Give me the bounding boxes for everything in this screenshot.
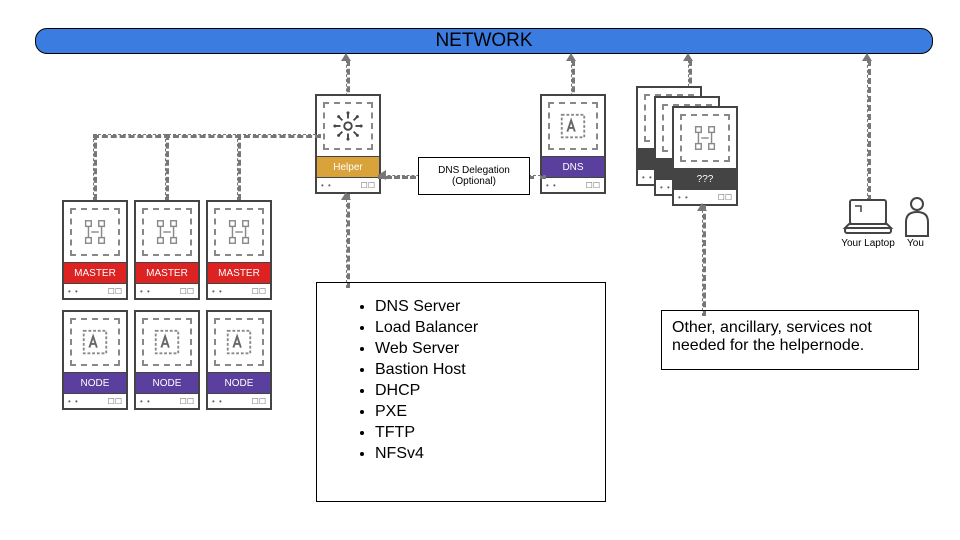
gear-icon [323,102,373,150]
app-icon [548,102,598,150]
cluster-icon [70,208,120,256]
cluster-icon [680,114,730,162]
cluster-icon [142,208,192,256]
node-server: NODE [62,310,128,410]
ancillary-text: Other, ancillary, services not needed fo… [672,319,872,354]
list-item: Load Balancer [375,319,593,337]
cluster-icon [214,208,264,256]
node-server: NODE [206,310,272,410]
services-list: DNS Server Load Balancer Web Server Bast… [357,298,593,463]
dns-server: DNS [540,94,606,194]
helper-label: Helper [317,156,379,177]
list-item: TFTP [375,424,593,442]
dns-delegation-line2: (Optional) [452,176,496,187]
user-caption: You [907,238,924,249]
app-icon [142,318,192,366]
laptop-caption: Your Laptop [828,238,908,249]
master-server: MASTER [206,200,272,300]
laptop-icon [841,198,895,238]
node-server: NODE [134,310,200,410]
ancillary-box: Other, ancillary, services not needed fo… [661,310,919,370]
unknown-label: ??? [674,168,736,189]
user-icon [902,196,932,243]
list-item: Bastion Host [375,361,593,379]
list-item: Web Server [375,340,593,358]
master-server: MASTER [62,200,128,300]
dns-delegation-line1: DNS Delegation [438,165,510,176]
master-server: MASTER [134,200,200,300]
list-item: PXE [375,403,593,421]
app-icon [214,318,264,366]
network-title: NETWORK [435,30,532,52]
helper-server: Helper [315,94,381,194]
list-item: NFSv4 [375,445,593,463]
network-bar: NETWORK [35,28,933,54]
dns-delegation-box: DNS Delegation (Optional) [418,157,530,195]
app-icon [70,318,120,366]
dns-label: DNS [542,156,604,177]
list-item: DNS Server [375,298,593,316]
list-item: DHCP [375,382,593,400]
services-box: DNS Server Load Balancer Web Server Bast… [316,282,606,502]
